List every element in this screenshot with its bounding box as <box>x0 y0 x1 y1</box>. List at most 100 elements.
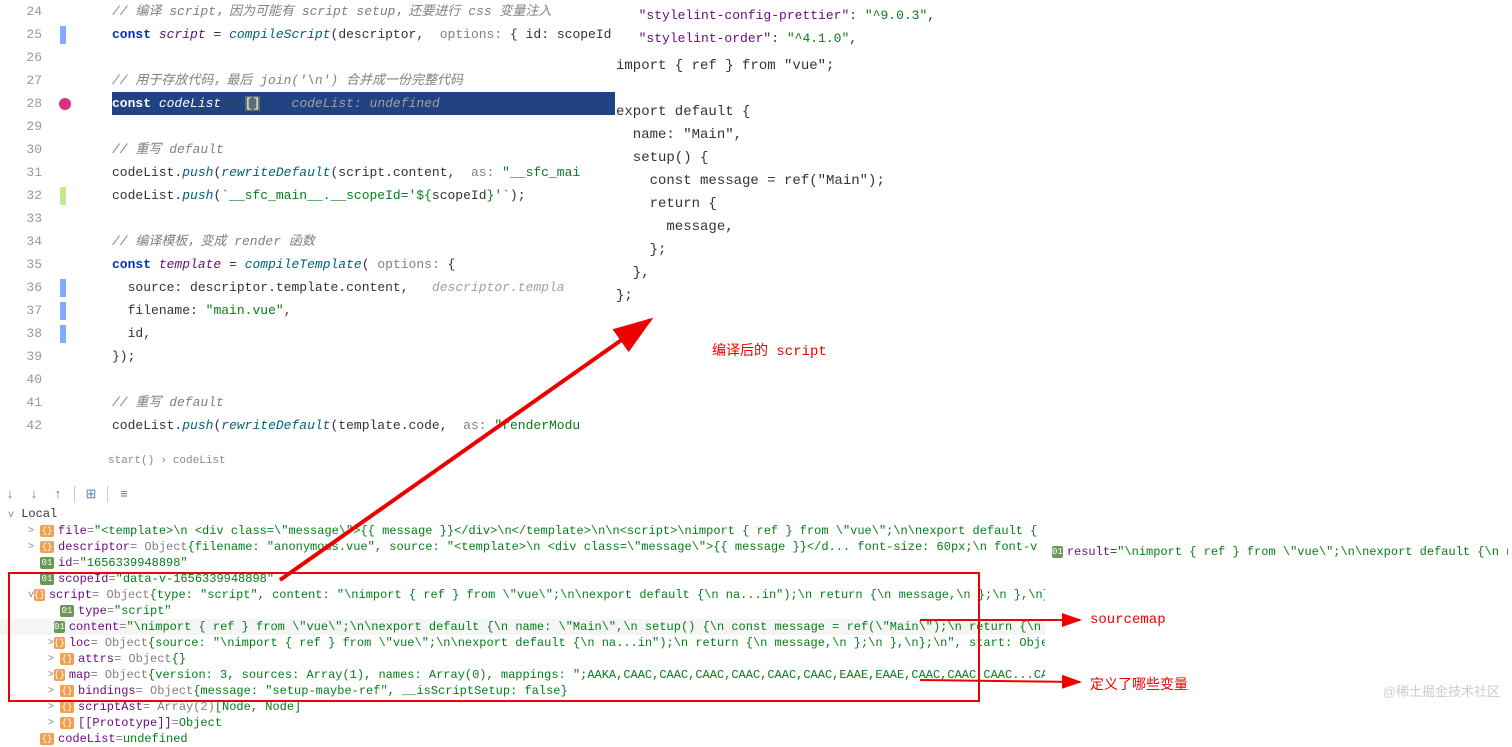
line-number: 32 <box>0 188 50 203</box>
code-line[interactable] <box>112 368 615 391</box>
gutter-row[interactable]: 39 <box>0 345 108 368</box>
compiled-output-panel: import { ref } from "vue";export default… <box>616 55 1046 308</box>
gutter-row[interactable]: 32 <box>0 184 108 207</box>
code-line[interactable]: const codeList = []; codeList: undefined <box>112 92 615 115</box>
code-line[interactable] <box>112 207 615 230</box>
code-line[interactable]: "stylelint-config-prettier": "^9.0.3", <box>623 4 1504 27</box>
code-line[interactable]: id, <box>112 322 615 345</box>
code-area[interactable]: // 编译 script，因为可能有 script setup，还要进行 css… <box>108 0 615 450</box>
type-icon: {} <box>60 685 74 697</box>
code-line[interactable]: const script = compileScript(descriptor,… <box>112 23 615 46</box>
code-line[interactable] <box>112 46 615 69</box>
code-line[interactable]: codeList.push(`__sfc_main__.__scopeId='$… <box>112 184 615 207</box>
code-line[interactable]: codeList.push(rewriteDefault(template.co… <box>112 414 615 437</box>
diff-marker-icon <box>60 26 66 44</box>
gutter-row[interactable]: 40 <box>0 368 108 391</box>
line-number: 40 <box>0 372 50 387</box>
code-line[interactable]: }); <box>112 345 615 368</box>
debug-toolbar: ↓ ↓ ↑ ⊞ ≡ <box>2 486 132 502</box>
annotation-compiled-script: 编译后的 script <box>712 340 827 360</box>
expand-icon[interactable]: > <box>48 718 60 729</box>
gutter-row[interactable]: 35 <box>0 253 108 276</box>
gutter-row[interactable]: 30 <box>0 138 108 161</box>
gutter-row[interactable]: 42 <box>0 414 108 437</box>
debug-variable-row[interactable]: 01type = "script" <box>0 603 1045 619</box>
gutter-row[interactable]: 36 <box>0 276 108 299</box>
debug-variable-row[interactable]: >{}loc = Object {source: "\nimport { ref… <box>0 635 1045 651</box>
expand-icon[interactable]: > <box>48 654 60 665</box>
gutter-row[interactable]: 27 <box>0 69 108 92</box>
code-line[interactable] <box>112 115 615 138</box>
expand-icon[interactable]: > <box>28 542 40 553</box>
code-line[interactable]: // 重写 default <box>112 138 615 161</box>
line-number: 35 <box>0 257 50 272</box>
compiled-line: return { <box>616 193 1046 216</box>
compiled-line: const message = ref("Main"); <box>616 170 1046 193</box>
expand-icon[interactable] <box>28 734 40 745</box>
debug-variable-row[interactable]: 01scopeId = "data-v-1656339948898" <box>0 571 1045 587</box>
debug-variable-row[interactable]: >{}bindings = Object {message: "setup-ma… <box>0 683 1045 699</box>
breakpoint-icon[interactable] <box>59 98 71 110</box>
code-line[interactable]: // 编译 script，因为可能有 script setup，还要进行 css… <box>112 0 615 23</box>
expand-icon[interactable] <box>48 606 60 617</box>
step-down-icon[interactable]: ↓ <box>2 486 18 502</box>
code-line[interactable]: // 重写 default <box>112 391 615 414</box>
expand-icon[interactable]: v <box>8 510 14 521</box>
line-number: 33 <box>0 211 50 226</box>
gutter-row[interactable]: 29 <box>0 115 108 138</box>
expand-icon[interactable]: > <box>48 686 60 697</box>
type-icon: {} <box>54 637 65 649</box>
breadcrumb-item[interactable]: codeList <box>173 455 226 467</box>
breadcrumb: start() › codeList <box>108 455 226 467</box>
gutter-row[interactable]: 24 <box>0 0 108 23</box>
code-line[interactable]: // 编译模板，变成 render 函数 <box>112 230 615 253</box>
code-line[interactable]: source: descriptor.template.content, des… <box>112 276 615 299</box>
gutter-row[interactable]: 28 <box>0 92 108 115</box>
debug-variable-row[interactable]: v{}script = Object {type: "script", cont… <box>0 587 1045 603</box>
compiled-line: setup() { <box>616 147 1046 170</box>
code-line[interactable]: filename: "main.vue", <box>112 299 615 322</box>
code-line[interactable]: const template = compileTemplate( option… <box>112 253 615 276</box>
debug-variable-row[interactable]: 01id = "1656339948898" <box>0 555 1045 571</box>
gutter-row[interactable]: 38 <box>0 322 108 345</box>
expand-icon[interactable]: > <box>48 702 60 713</box>
debug-variable-row[interactable]: >{}attrs = Object {} <box>0 651 1045 667</box>
code-line[interactable]: codeList.push(rewriteDefault(script.cont… <box>112 161 615 184</box>
breadcrumb-item[interactable]: start() <box>108 455 154 467</box>
gutter-row[interactable]: 26 <box>0 46 108 69</box>
expand-icon[interactable]: > <box>28 526 40 537</box>
gutter-row[interactable]: 37 <box>0 299 108 322</box>
gutter-row[interactable]: 31 <box>0 161 108 184</box>
line-number: 25 <box>0 27 50 42</box>
list-icon[interactable]: ≡ <box>116 486 132 502</box>
diff-marker-icon <box>60 302 66 320</box>
line-number: 28 <box>0 96 50 111</box>
compiled-line: message, <box>616 216 1046 239</box>
debug-variable-row[interactable]: >{}map = Object {version: 3, sources: Ar… <box>0 667 1045 683</box>
debug-variable-row[interactable]: >{}descriptor = Object {filename: "anony… <box>0 539 1045 555</box>
frames-icon[interactable]: ⊞ <box>83 486 99 502</box>
gutter-row[interactable]: 33 <box>0 207 108 230</box>
debug-variable-row[interactable]: {}codeList = undefined <box>0 731 1045 747</box>
editor-panel-left: 24 25 2627 28 293031 32 33 34 35 36 373839 40 4142 /… <box>0 0 615 450</box>
editor-gutter: 24 25 2627 28 293031 32 33 34 35 36 373839 40 4142 <box>0 0 108 450</box>
expand-icon[interactable] <box>28 574 40 585</box>
gutter-row[interactable]: 41 <box>0 391 108 414</box>
breadcrumb-separator: › <box>160 455 167 467</box>
debug-scope-root[interactable]: v Local <box>0 505 1045 523</box>
step-down-icon[interactable]: ↓ <box>26 486 42 502</box>
debug-variable-row[interactable]: >{}[[Prototype]] = Object <box>0 715 1045 731</box>
gutter-row[interactable]: 34 <box>0 230 108 253</box>
step-up-icon[interactable]: ↑ <box>50 486 66 502</box>
type-icon: {} <box>54 669 65 681</box>
debug-variable-row[interactable]: 01content = "\nimport { ref } from \"vue… <box>0 619 1045 635</box>
code-line[interactable]: "stylelint-order": "^4.1.0", <box>623 27 1504 50</box>
result-panel: 01 result = "\nimport { ref } from \"vue… <box>1050 543 1510 561</box>
expand-icon[interactable] <box>28 558 40 569</box>
debug-variable-row[interactable]: >{}file = "<template>\n <div class=\"mes… <box>0 523 1045 539</box>
gutter-row[interactable]: 25 <box>0 23 108 46</box>
watermark: @稀土掘金技术社区 <box>1383 681 1500 700</box>
debug-variable-row[interactable]: >{}scriptAst = Array(2) [Node, Node] <box>0 699 1045 715</box>
code-line[interactable]: // 用于存放代码，最后 join('\n') 合并成一份完整代码 <box>112 69 615 92</box>
line-number: 36 <box>0 280 50 295</box>
